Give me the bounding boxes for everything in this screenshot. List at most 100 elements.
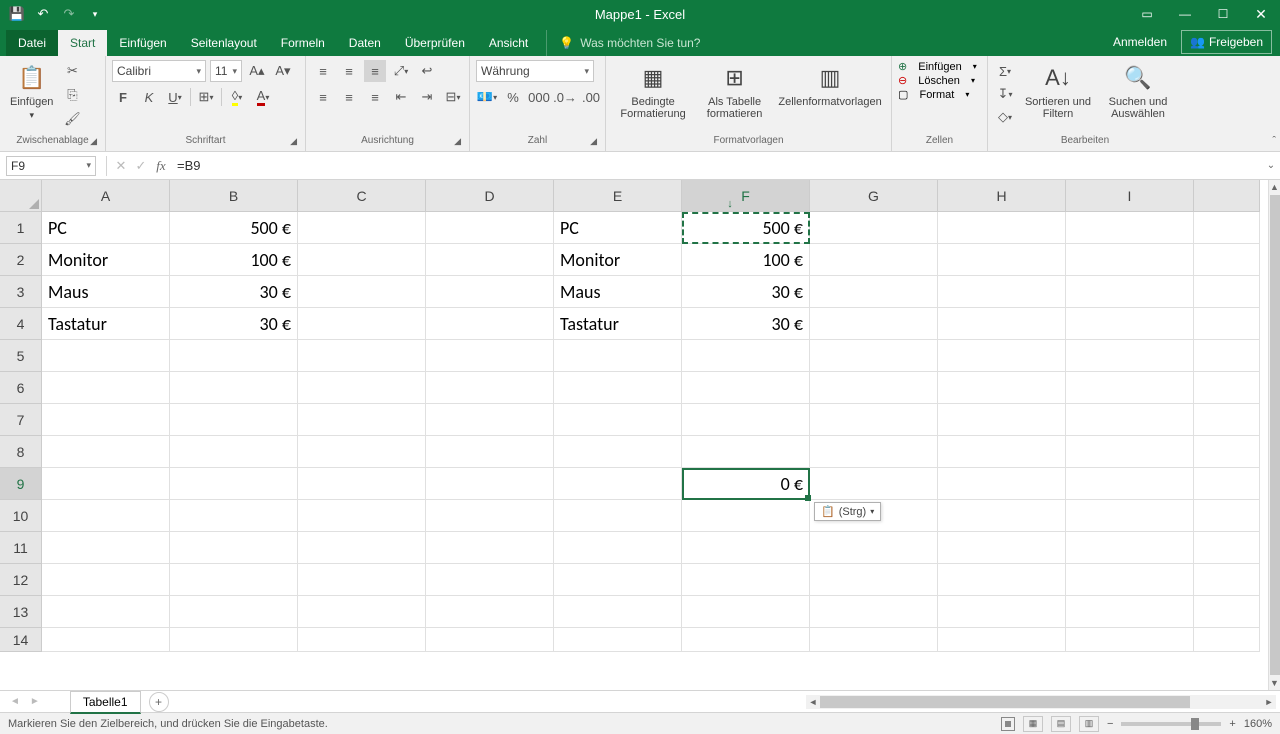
cell-C13[interactable] [298, 596, 426, 628]
tab-formulas[interactable]: Formeln [269, 30, 337, 56]
cell-E13[interactable] [554, 596, 682, 628]
cell-B13[interactable] [170, 596, 298, 628]
tab-view[interactable]: Ansicht [477, 30, 540, 56]
cell-J3[interactable] [1194, 276, 1260, 308]
cell-A8[interactable] [42, 436, 170, 468]
cell-H9[interactable] [938, 468, 1066, 500]
scroll-up-icon[interactable]: ▲ [1270, 180, 1279, 194]
cell-I2[interactable] [1066, 244, 1194, 276]
cell-styles-button[interactable]: ▥Zellenformatvorlagen [775, 60, 885, 110]
cell-H8[interactable] [938, 436, 1066, 468]
cell-E9[interactable] [554, 468, 682, 500]
cell-F9[interactable]: 0 € [682, 468, 810, 500]
grow-font-icon[interactable]: A▴ [246, 60, 268, 82]
cell-H12[interactable] [938, 564, 1066, 596]
cell-C1[interactable] [298, 212, 426, 244]
col-header-I[interactable]: I [1066, 180, 1194, 212]
cell-H11[interactable] [938, 532, 1066, 564]
row-headers[interactable]: 1234567891011121314 [0, 212, 42, 690]
decrease-decimal-icon[interactable]: .00 [580, 86, 602, 108]
cell-I5[interactable] [1066, 340, 1194, 372]
cells-area[interactable]: PC500 €PC500 €Monitor100 €Monitor100 €Ma… [42, 212, 1268, 690]
cell-F8[interactable] [682, 436, 810, 468]
indent-increase-icon[interactable]: ⇥ [416, 86, 438, 108]
shrink-font-icon[interactable]: A▾ [272, 60, 294, 82]
cell-G12[interactable] [810, 564, 938, 596]
cell-G14[interactable] [810, 628, 938, 652]
bold-icon[interactable]: F [112, 86, 134, 108]
format-painter-icon[interactable]: 🖌 [61, 108, 83, 130]
align-bottom-icon[interactable]: ≡ [364, 60, 386, 82]
cell-A12[interactable] [42, 564, 170, 596]
cell-F10[interactable] [682, 500, 810, 532]
tab-data[interactable]: Daten [337, 30, 393, 56]
find-select-button[interactable]: 🔍Suchen und Auswählen [1100, 60, 1176, 122]
cell-A2[interactable]: Monitor [42, 244, 170, 276]
cell-A7[interactable] [42, 404, 170, 436]
align-top-icon[interactable]: ≡ [312, 60, 334, 82]
cell-G3[interactable] [810, 276, 938, 308]
cell-F5[interactable] [682, 340, 810, 372]
cell-D1[interactable] [426, 212, 554, 244]
merge-icon[interactable]: ⊟▾ [442, 86, 464, 108]
scroll-left-icon[interactable]: ◄ [806, 697, 820, 707]
cell-B1[interactable]: 500 € [170, 212, 298, 244]
cell-J11[interactable] [1194, 532, 1260, 564]
cell-H5[interactable] [938, 340, 1066, 372]
col-header-F[interactable]: ↓F [682, 180, 810, 212]
orientation-icon[interactable]: ⤢▾ [390, 60, 412, 82]
formula-input[interactable]: =B9 [171, 156, 1262, 176]
macro-record-icon[interactable] [1001, 717, 1015, 731]
redo-icon[interactable]: ↷ [58, 3, 80, 25]
undo-icon[interactable]: ↶ [32, 3, 54, 25]
cell-C4[interactable] [298, 308, 426, 340]
cell-C8[interactable] [298, 436, 426, 468]
row-header-14[interactable]: 14 [0, 628, 42, 652]
row-header-7[interactable]: 7 [0, 404, 42, 436]
cell-D7[interactable] [426, 404, 554, 436]
format-cells-button[interactable]: ▢ Format ▾ [898, 88, 969, 101]
cell-A3[interactable]: Maus [42, 276, 170, 308]
cell-A10[interactable] [42, 500, 170, 532]
cell-E4[interactable]: Tastatur [554, 308, 682, 340]
cell-C10[interactable] [298, 500, 426, 532]
align-left-icon[interactable]: ≡ [312, 86, 334, 108]
vertical-scrollbar[interactable]: ▲ ▼ [1268, 180, 1280, 690]
cell-H14[interactable] [938, 628, 1066, 652]
tab-file[interactable]: Datei [6, 30, 58, 56]
expand-formula-bar-icon[interactable]: ⌄ [1262, 160, 1280, 171]
row-header-11[interactable]: 11 [0, 532, 42, 564]
cell-C12[interactable] [298, 564, 426, 596]
scroll-down-icon[interactable]: ▼ [1270, 676, 1279, 690]
cell-C7[interactable] [298, 404, 426, 436]
indent-decrease-icon[interactable]: ⇤ [390, 86, 412, 108]
cell-I14[interactable] [1066, 628, 1194, 652]
cell-G6[interactable] [810, 372, 938, 404]
cell-I4[interactable] [1066, 308, 1194, 340]
cell-A13[interactable] [42, 596, 170, 628]
cell-H13[interactable] [938, 596, 1066, 628]
sheet-tab-active[interactable]: Tabelle1 [70, 691, 141, 714]
cell-G2[interactable] [810, 244, 938, 276]
cell-A11[interactable] [42, 532, 170, 564]
cell-I10[interactable] [1066, 500, 1194, 532]
cell-E14[interactable] [554, 628, 682, 652]
cell-H6[interactable] [938, 372, 1066, 404]
cell-I11[interactable] [1066, 532, 1194, 564]
accept-formula-icon[interactable]: ✓ [131, 156, 151, 176]
dialog-launcher-icon[interactable]: ◢ [590, 136, 597, 147]
cancel-formula-icon[interactable]: ✕ [111, 156, 131, 176]
cell-G11[interactable] [810, 532, 938, 564]
cell-E7[interactable] [554, 404, 682, 436]
borders-icon[interactable]: ⊞▾ [195, 86, 217, 108]
cell-E6[interactable] [554, 372, 682, 404]
dialog-launcher-icon[interactable]: ◢ [290, 136, 297, 147]
cell-J2[interactable] [1194, 244, 1260, 276]
cell-A14[interactable] [42, 628, 170, 652]
name-box[interactable]: F9▾ [6, 156, 96, 176]
cell-E1[interactable]: PC [554, 212, 682, 244]
align-middle-icon[interactable]: ≡ [338, 60, 360, 82]
collapse-ribbon-icon[interactable]: ˆ [1272, 135, 1276, 147]
cell-I9[interactable] [1066, 468, 1194, 500]
page-break-view-icon[interactable]: ▥ [1079, 716, 1099, 732]
